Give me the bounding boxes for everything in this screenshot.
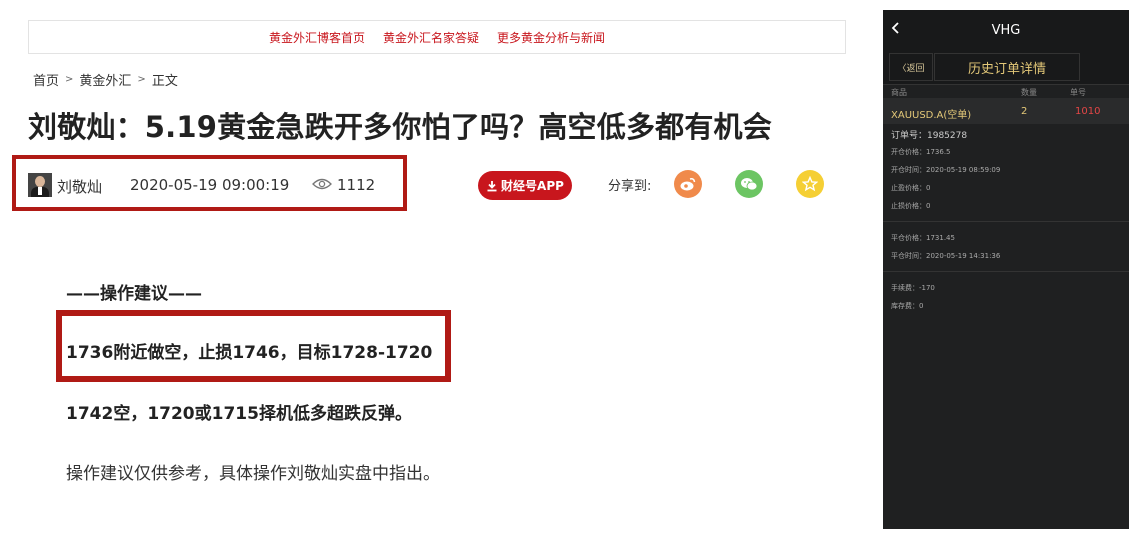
nav-link-expert-qa[interactable]: 黄金外汇名家答疑 — [383, 29, 479, 46]
storage-fee: 库存费：0 — [891, 302, 924, 310]
advice-line-1: 1736附近做空，止损1746，目标1728-1720 — [66, 343, 433, 363]
weibo-icon — [680, 178, 696, 191]
download-icon — [487, 180, 497, 191]
divider — [883, 271, 1129, 272]
app-download-button[interactable]: 财经号APP — [478, 171, 572, 200]
open-time: 开仓时间：2020-05-19 08:59:09 — [891, 166, 1001, 174]
share-wechat-button[interactable] — [735, 170, 763, 198]
order-symbol: XAUUSD.A(空单) — [891, 110, 972, 121]
open-price: 开仓价格：1736.5 — [891, 148, 951, 156]
eye-icon — [312, 178, 332, 190]
view-count: 1112 — [337, 176, 376, 194]
column-header-product: 商品 — [891, 88, 907, 97]
breadcrumb-home[interactable]: 首页 — [33, 70, 59, 89]
share-label: 分享到: — [608, 179, 652, 194]
advice-line-2: 1742空，1720或1715择机低多超跌反弹。 — [66, 404, 412, 424]
close-time: 平仓时间：2020-05-19 14:31:36 — [891, 252, 1001, 260]
publish-date: 2020-05-19 09:00:19 — [130, 176, 290, 194]
column-header-quantity: 数量 — [1021, 88, 1037, 97]
order-quantity: 2 — [1021, 106, 1028, 117]
order-detail-title: 历史订单详情 — [934, 53, 1080, 81]
section-heading: ——操作建议—— — [66, 284, 202, 304]
app-title: VHG — [991, 23, 1021, 38]
return-button[interactable]: 〈返回 — [889, 53, 933, 81]
star-icon — [802, 176, 818, 192]
share-favorite-button[interactable] — [796, 170, 824, 198]
divider — [883, 221, 1129, 222]
close-price: 平仓价格：1731.45 — [891, 234, 955, 242]
nav-link-more-news[interactable]: 更多黄金分析与新闻 — [497, 29, 605, 46]
app-download-label: 财经号APP — [501, 179, 564, 193]
breadcrumb-category[interactable]: 黄金外汇 — [79, 70, 131, 89]
page-title: 刘敬灿：5.19黄金急跌开多你怕了吗？高空低多都有机会 — [28, 110, 772, 144]
column-header-number: 单号 — [1070, 88, 1086, 97]
nav-link-blog-home[interactable]: 黄金外汇博客首页 — [269, 29, 365, 46]
breadcrumb-current: 正文 — [151, 74, 178, 89]
breadcrumb-separator: > — [65, 74, 74, 85]
order-number-short: 1010 — [1075, 106, 1101, 117]
take-profit: 止盈价格：0 — [891, 184, 931, 192]
share-weibo-button[interactable] — [674, 170, 702, 198]
avatar[interactable] — [28, 173, 52, 197]
disclaimer-text: 操作建议仅供参考，具体操作刘敬灿实盘中指出。 — [66, 464, 440, 484]
order-id: 订单号：1985278 — [891, 131, 968, 141]
trading-app-panel — [883, 10, 1129, 529]
author-name[interactable]: 刘敬灿 — [57, 176, 102, 197]
breadcrumb-separator: > — [137, 74, 146, 85]
commission-fee: 手续费：-170 — [891, 284, 935, 292]
stop-loss: 止损价格：0 — [891, 202, 931, 210]
top-nav: 黄金外汇博客首页 黄金外汇名家答疑 更多黄金分析与新闻 — [28, 20, 846, 54]
breadcrumb: 首页 > 黄金外汇 > 正文 — [33, 70, 178, 89]
wechat-icon — [741, 178, 758, 191]
